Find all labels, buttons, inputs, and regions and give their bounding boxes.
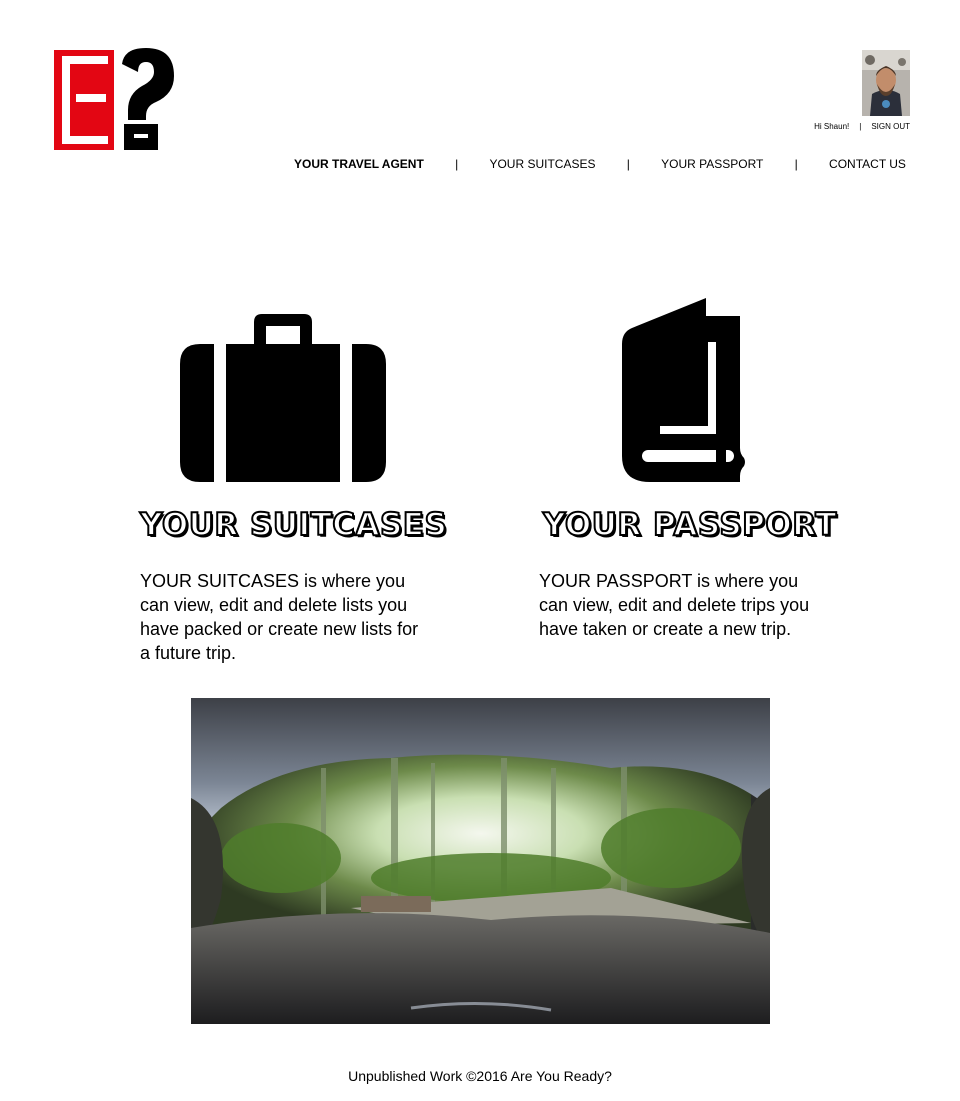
nav-item-suitcases[interactable]: YOUR SUITCASES	[489, 157, 595, 171]
user-greeting: Hi Shaun!	[814, 122, 850, 131]
footer-copyright: Unpublished Work ©2016 Are You Ready?	[348, 1068, 612, 1084]
user-bar: Hi Shaun! | SIGN OUT	[814, 122, 910, 131]
hero-image	[191, 698, 770, 1024]
passport-book-icon[interactable]	[620, 298, 746, 484]
nav-item-travel-agent[interactable]: YOUR TRAVEL AGENT	[294, 157, 424, 171]
suitcase-icon[interactable]	[178, 312, 388, 484]
user-bar-separator: |	[859, 122, 862, 131]
nav-item-passport[interactable]: YOUR PASSPORT	[661, 157, 763, 171]
nav-separator: |	[626, 157, 630, 171]
nav-separator: |	[455, 157, 459, 171]
main-nav: YOUR TRAVEL AGENT | YOUR SUITCASES | YOU…	[294, 157, 906, 171]
suitcases-heading[interactable]: YOUR SUITCASES	[139, 506, 448, 544]
nav-separator: |	[794, 157, 798, 171]
nav-item-contact[interactable]: CONTACT US	[829, 157, 906, 171]
suitcases-description: YOUR SUITCASES is where you can view, ed…	[140, 571, 419, 663]
cave-opening-photo	[191, 698, 770, 1024]
avatar-photo	[862, 50, 910, 116]
user-avatar[interactable]	[862, 50, 910, 116]
site-logo[interactable]	[54, 46, 176, 152]
passport-description: YOUR PASSPORT is where you can view, edi…	[539, 571, 810, 639]
sign-out-link[interactable]: SIGN OUT	[871, 122, 910, 131]
passport-heading[interactable]: YOUR PASSPORT	[542, 506, 837, 544]
